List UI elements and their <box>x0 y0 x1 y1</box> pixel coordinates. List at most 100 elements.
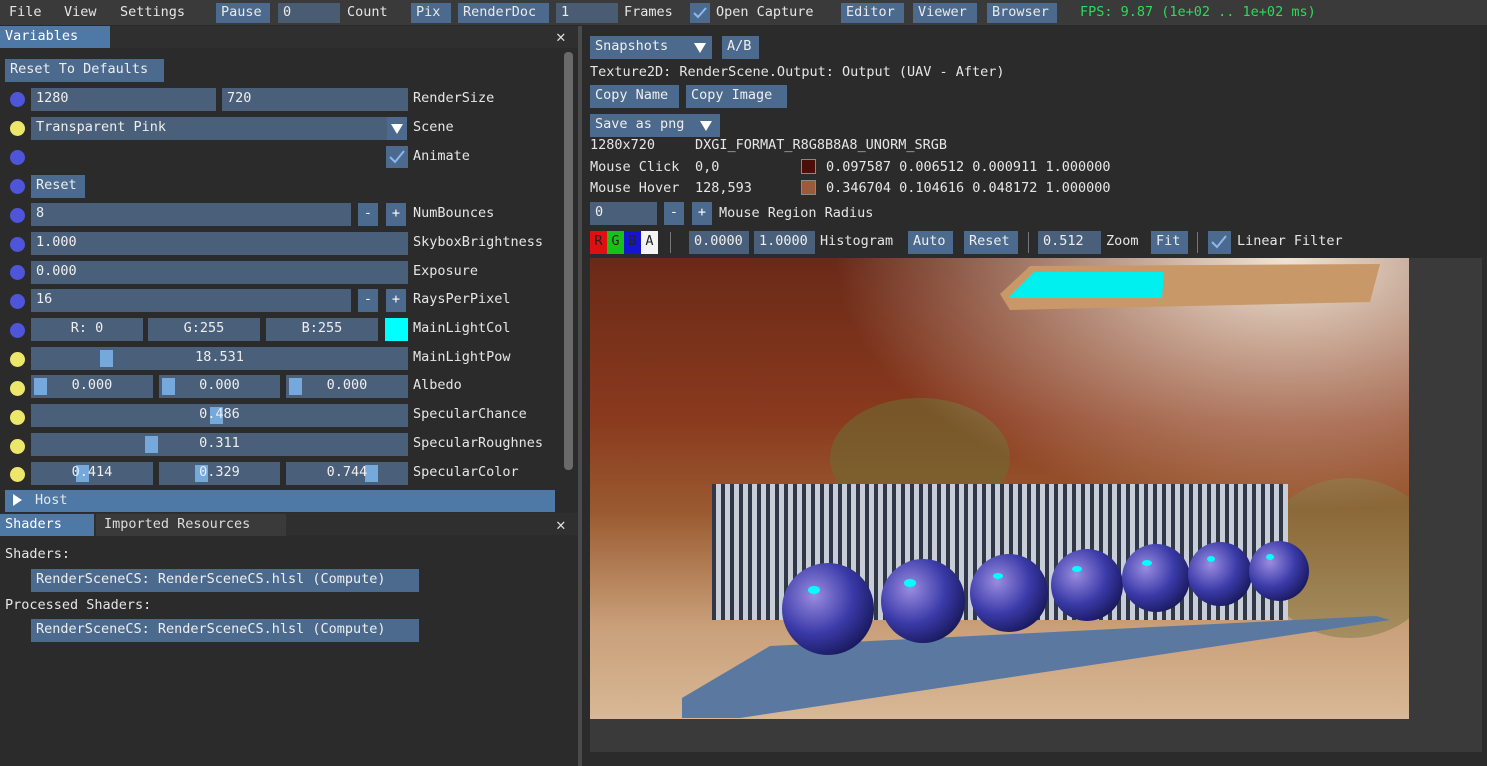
menu-view[interactable]: View <box>64 4 97 20</box>
mouse-hover-color-swatch <box>801 180 816 195</box>
shaders-heading: Shaders: <box>5 546 71 562</box>
channel-b-toggle[interactable]: B <box>624 231 641 254</box>
main-light-g-field[interactable]: G:255 <box>148 318 260 341</box>
rendered-scene-image[interactable] <box>590 258 1409 719</box>
variable-dot-icon <box>10 92 25 107</box>
slider-knob[interactable] <box>289 378 302 395</box>
albedo-r-slider[interactable]: 0.000 <box>31 375 153 398</box>
skybox-brightness-field[interactable]: 1.000 <box>31 232 408 255</box>
channel-g-toggle[interactable]: G <box>607 231 624 254</box>
radius-minus-button[interactable]: - <box>664 202 684 225</box>
animate-checkbox[interactable] <box>386 146 408 168</box>
specular-color-r-slider[interactable]: 0.414 <box>31 462 153 485</box>
render-width-field[interactable]: 1280 <box>31 88 216 111</box>
menu-bar: File View Settings Pause 0 Count Pix Ren… <box>0 0 1487 26</box>
mouse-hover-pos: 128,593 <box>695 180 752 196</box>
render-height-field[interactable]: 720 <box>222 88 408 111</box>
variable-dot-icon <box>10 179 25 194</box>
variable-dot-icon <box>10 439 25 454</box>
pix-button[interactable]: Pix <box>411 3 451 23</box>
viewer-button[interactable]: Viewer <box>913 3 977 23</box>
histogram-reset-button[interactable]: Reset <box>964 231 1018 254</box>
specular-color-label: SpecularColor <box>413 464 519 480</box>
histogram-max-field[interactable]: 1.0000 <box>754 231 815 254</box>
specular-chance-slider[interactable]: 0.486 <box>31 404 408 427</box>
exposure-field[interactable]: 0.000 <box>31 261 408 284</box>
rays-plus-button[interactable]: + <box>386 289 406 312</box>
mouse-click-label: Mouse Click <box>590 159 680 175</box>
fps-readout: FPS: 9.87 (1e+02 .. 1e+02 ms) <box>1080 4 1316 20</box>
variable-dot-icon <box>10 150 25 165</box>
variable-dot-icon <box>10 237 25 252</box>
renderdoc-button[interactable]: RenderDoc <box>458 3 549 23</box>
num-bounces-minus-button[interactable]: - <box>358 203 378 226</box>
reset-to-defaults-button[interactable]: Reset To Defaults <box>5 59 164 82</box>
slider-knob[interactable] <box>162 378 175 395</box>
main-light-pow-slider[interactable]: 18.531 <box>31 347 408 370</box>
close-icon[interactable]: ✕ <box>556 515 566 534</box>
main-light-b-field[interactable]: B:255 <box>266 318 378 341</box>
num-bounces-label: NumBounces <box>413 205 495 221</box>
linear-filter-checkbox[interactable] <box>1208 231 1231 254</box>
chevron-down-icon[interactable] <box>387 117 407 140</box>
slider-knob[interactable] <box>34 378 47 395</box>
separator <box>1028 232 1029 253</box>
specular-color-b-slider[interactable]: 0.744 <box>286 462 408 485</box>
open-capture-checkbox[interactable] <box>690 3 710 23</box>
variable-dot-icon <box>10 352 25 367</box>
radius-plus-button[interactable]: + <box>692 202 712 225</box>
main-light-r-field[interactable]: R: 0 <box>31 318 143 341</box>
chevron-down-icon[interactable] <box>690 36 712 59</box>
chevron-down-icon[interactable] <box>696 114 720 137</box>
albedo-b-slider[interactable]: 0.000 <box>286 375 408 398</box>
snapshots-dropdown[interactable]: Snapshots <box>590 36 690 59</box>
ab-button[interactable]: A/B <box>722 36 759 59</box>
auto-button[interactable]: Auto <box>908 231 953 254</box>
editor-button[interactable]: Editor <box>841 3 904 23</box>
renderdoc-frames-field[interactable]: 1 <box>556 3 618 23</box>
specular-chance-value: 0.486 <box>199 406 240 422</box>
slider-knob[interactable] <box>145 436 158 453</box>
count-label: Count <box>347 4 388 20</box>
pause-button[interactable]: Pause <box>216 3 270 23</box>
processed-shader-item[interactable]: RenderSceneCS: RenderSceneCS.hlsl (Compu… <box>31 619 419 642</box>
mouse-click-color-swatch <box>801 159 816 174</box>
copy-name-button[interactable]: Copy Name <box>590 85 679 108</box>
scrollbar-thumb[interactable] <box>564 52 573 470</box>
host-section-header[interactable]: Host <box>5 490 555 512</box>
main-light-color-swatch[interactable] <box>385 318 408 341</box>
menu-settings[interactable]: Settings <box>120 4 185 20</box>
tab-shaders[interactable]: Shaders <box>0 514 94 536</box>
albedo-g-slider[interactable]: 0.000 <box>159 375 280 398</box>
copy-image-button[interactable]: Copy Image <box>686 85 787 108</box>
frame-count-field[interactable]: 0 <box>278 3 340 23</box>
menu-file[interactable]: File <box>9 4 42 20</box>
variable-dot-icon <box>10 467 25 482</box>
save-as-dropdown[interactable]: Save as png <box>590 114 696 137</box>
image-viewport[interactable] <box>590 258 1482 752</box>
reset-button[interactable]: Reset <box>31 175 85 198</box>
browser-button[interactable]: Browser <box>987 3 1057 23</box>
channel-r-toggle[interactable]: R <box>590 231 607 254</box>
zoom-field[interactable]: 0.512 <box>1038 231 1101 254</box>
specular-roughness-slider[interactable]: 0.311 <box>31 433 408 456</box>
shader-item[interactable]: RenderSceneCS: RenderSceneCS.hlsl (Compu… <box>31 569 419 592</box>
rays-minus-button[interactable]: - <box>358 289 378 312</box>
rays-per-pixel-field[interactable]: 16 <box>31 289 351 312</box>
scene-dropdown[interactable]: Transparent Pink <box>31 117 387 140</box>
mouse-region-radius-field[interactable]: 0 <box>590 202 657 225</box>
variable-dot-icon <box>10 294 25 309</box>
close-icon[interactable]: ✕ <box>556 27 566 46</box>
num-bounces-field[interactable]: 8 <box>31 203 351 226</box>
histogram-min-field[interactable]: 0.0000 <box>689 231 749 254</box>
tab-imported-resources[interactable]: Imported Resources <box>96 514 286 536</box>
variables-scrollbar[interactable] <box>561 50 575 513</box>
channel-a-toggle[interactable]: A <box>641 231 658 254</box>
fit-button[interactable]: Fit <box>1151 231 1188 254</box>
render-size-label: RenderSize <box>413 90 495 106</box>
num-bounces-plus-button[interactable]: + <box>386 203 406 226</box>
specular-color-g-slider[interactable]: 0.329 <box>159 462 280 485</box>
slider-knob[interactable] <box>100 350 113 367</box>
specular-color-r-value: 0.414 <box>71 464 113 480</box>
tab-variables[interactable]: Variables <box>0 26 110 48</box>
